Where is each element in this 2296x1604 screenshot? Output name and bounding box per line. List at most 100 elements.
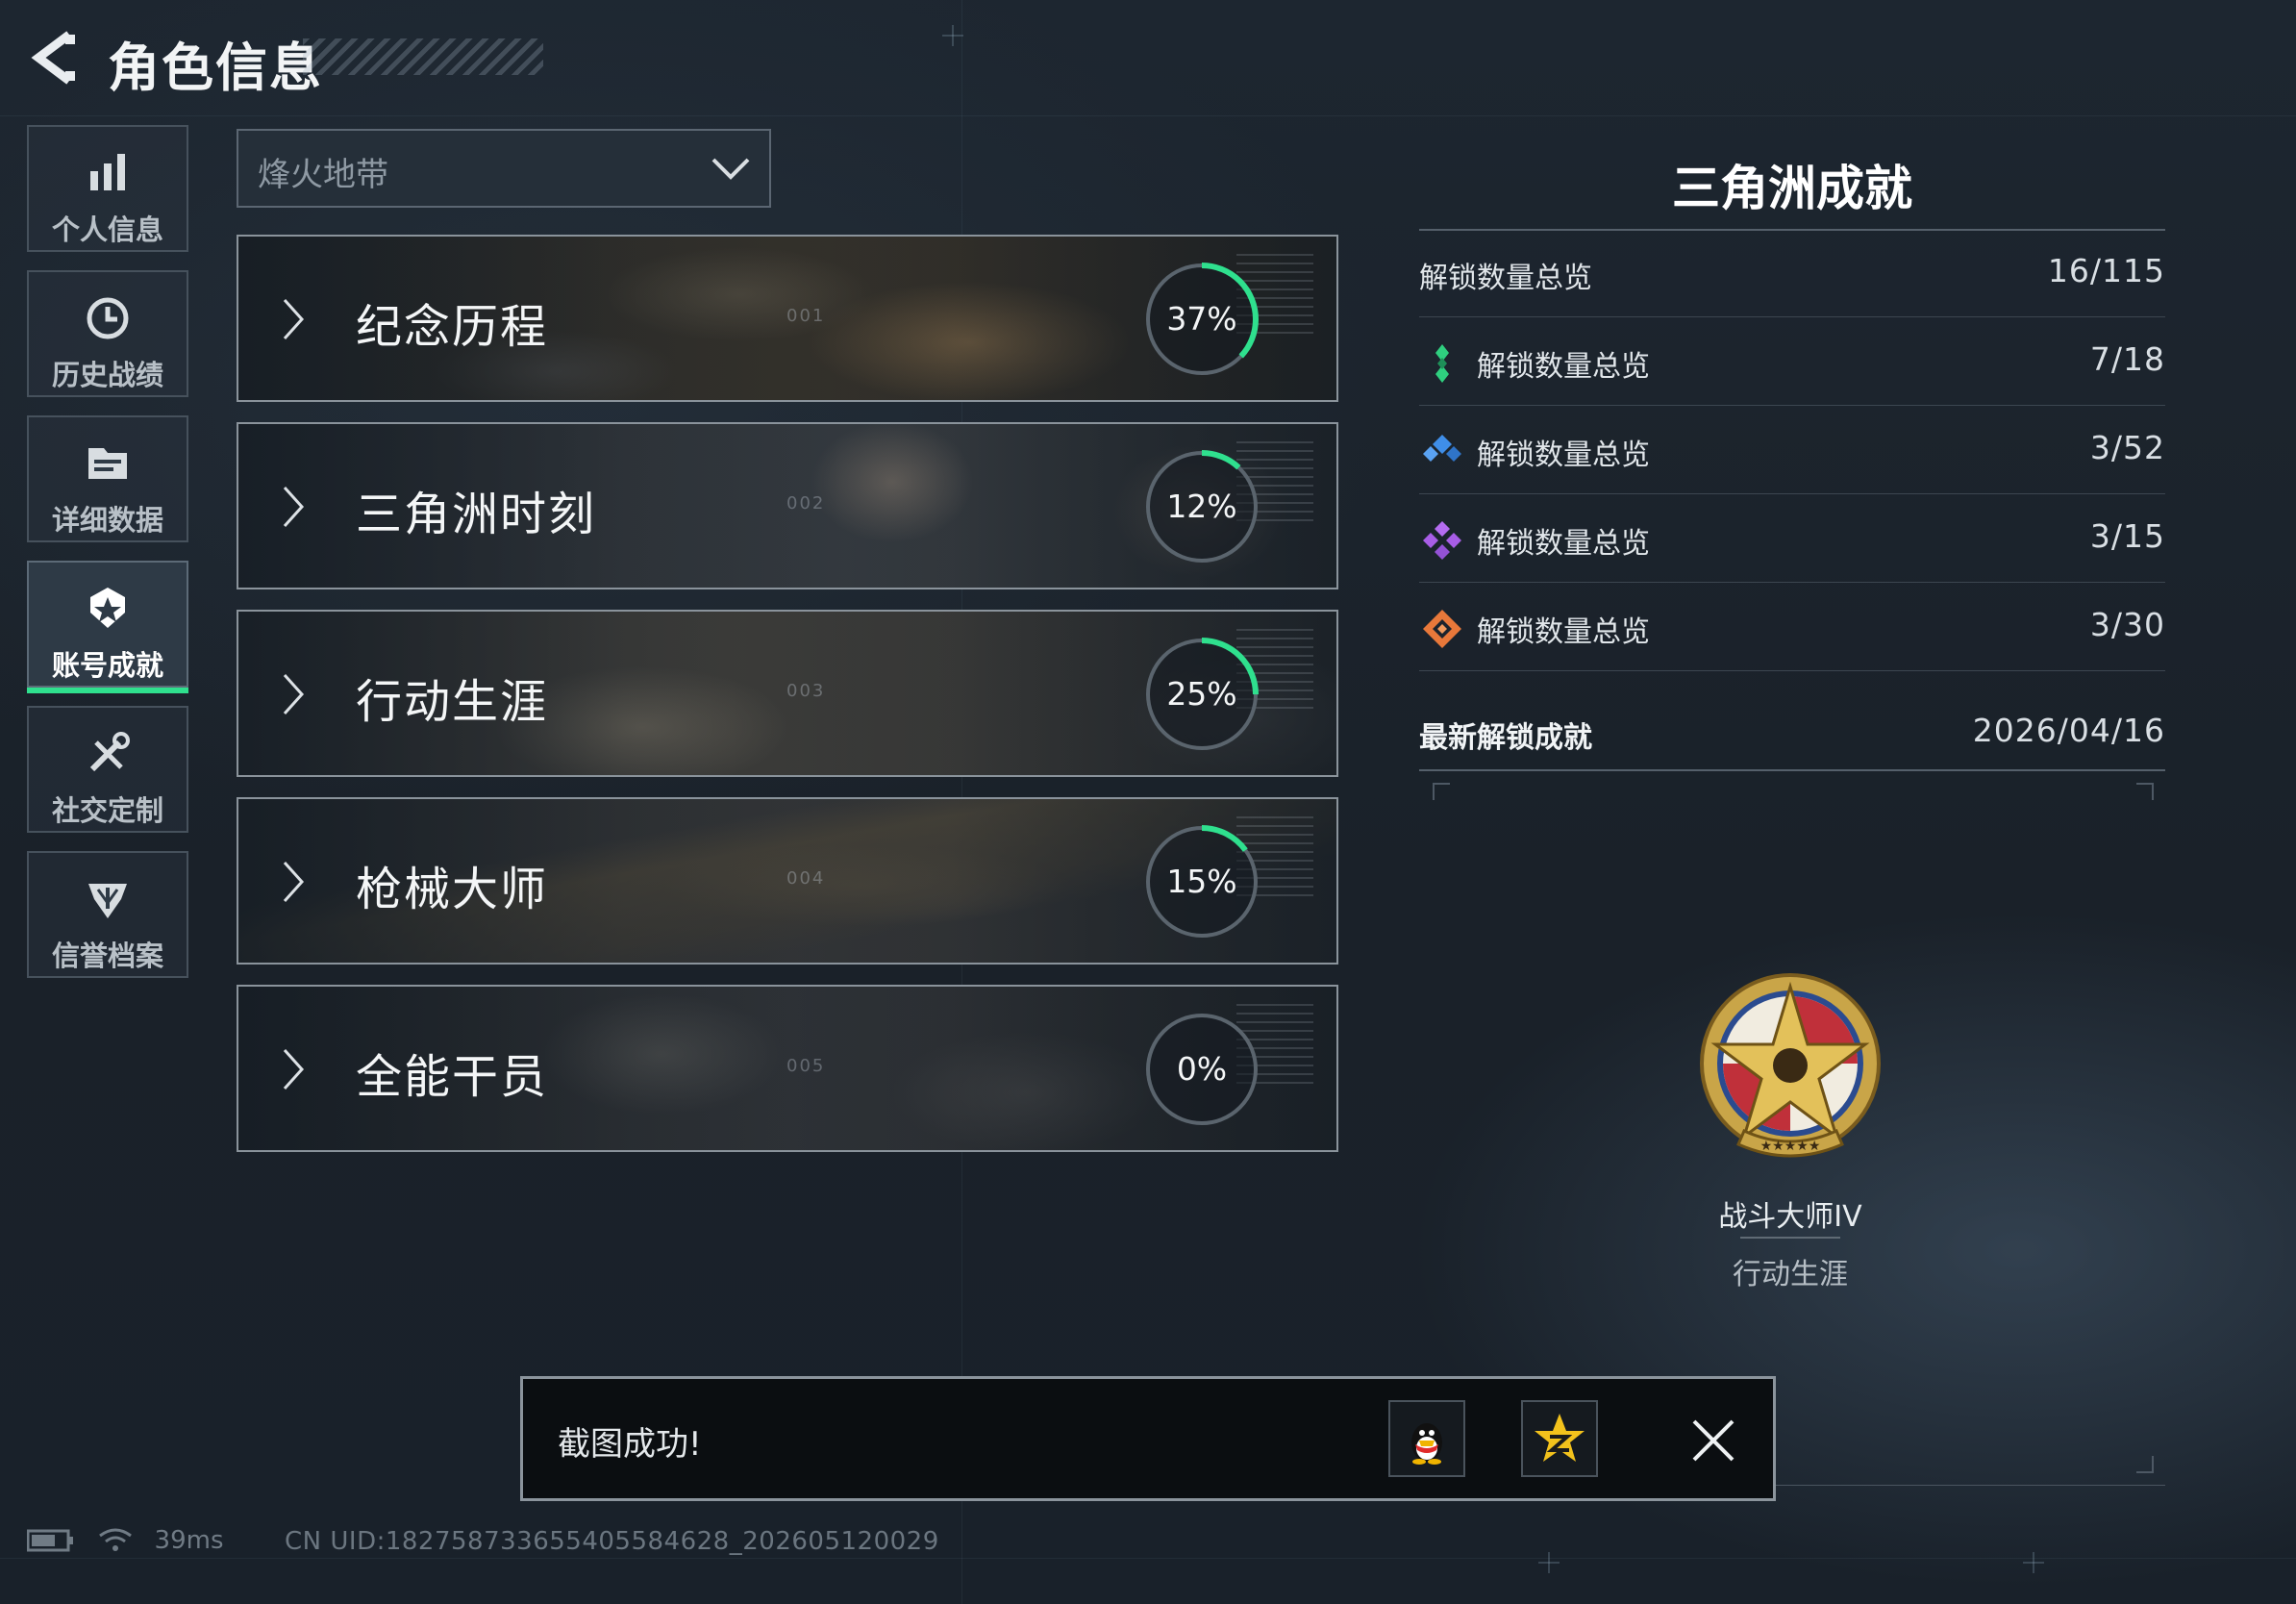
sidebar-item-credit[interactable]: 信誉档案 (27, 851, 188, 978)
category-card-operation-career[interactable]: 行动生涯 003 25% (237, 610, 1338, 777)
crosshair-decoration (2023, 1552, 2044, 1573)
blue-diamond-icon (1423, 435, 1461, 462)
sidebar-item-label: 信誉档案 (51, 940, 163, 972)
sidebar-item-label: 历史战绩 (51, 359, 163, 391)
sidebar-item-history[interactable]: 历史战绩 (27, 270, 188, 397)
row-separator (1419, 582, 2165, 583)
page-title: 角色信息 (108, 38, 323, 98)
sidebar-item-social[interactable]: 社交定制 (27, 706, 188, 833)
chevron-right-icon (283, 298, 305, 340)
tier-row-purple: 解锁数量总览 3/15 (1419, 496, 2165, 583)
category-card-all-round-operator[interactable]: 全能干员 005 0% (237, 985, 1338, 1152)
row-separator (1419, 670, 2165, 671)
tier-row-blue: 解锁数量总览 3/52 (1419, 408, 2165, 494)
tier-value: 3/15 (2089, 517, 2165, 555)
latest-unlock-date: 2026/04/16 (1972, 712, 2165, 749)
sidebar-item-label: 详细数据 (51, 504, 163, 537)
uid-text: CN UID:18275873365540558462​8_2026051200… (285, 1527, 939, 1556)
sidebar-item-personal-info[interactable]: 个人信息 (27, 125, 188, 252)
summary-row: 解锁数量总览 16/115 (1419, 231, 2165, 317)
category-code: 002 (786, 493, 826, 514)
qzone-star-icon (1535, 1414, 1585, 1462)
progress-percent: 25% (1166, 675, 1237, 713)
share-qzone-button[interactable] (1521, 1400, 1598, 1477)
chevron-down-icon (711, 158, 750, 180)
purple-diamond-icon (1423, 521, 1461, 560)
folder-data-icon (88, 448, 127, 479)
sidebar-item-label: 个人信息 (51, 213, 163, 246)
frame-corner (1433, 783, 1450, 800)
frame-corner (2136, 783, 2154, 800)
medal-divider (1740, 1237, 1840, 1239)
toast-message: 截图成功! (558, 1425, 702, 1464)
category-code: 001 (786, 306, 826, 326)
panel-title: 三角洲成就 (1672, 161, 1912, 216)
progress-percent: 0% (1176, 1050, 1228, 1088)
back-button[interactable] (27, 29, 81, 87)
tier-label: 解锁数量总览 (1477, 527, 1650, 561)
svg-text:★★★★★: ★★★★★ (1760, 1139, 1821, 1154)
summary-value: 16/115 (2047, 252, 2165, 289)
back-arrow-icon (31, 31, 75, 85)
grid-line (0, 115, 2296, 116)
progress-percent: 37% (1166, 300, 1237, 338)
green-diamond-icon (1435, 344, 1449, 383)
achievement-badge-icon (90, 588, 125, 628)
achievement-medal-icon[interactable]: ★★★★★ (1696, 965, 1884, 1177)
tier-value: 7/18 (2089, 340, 2165, 378)
summary-label: 解锁数量总览 (1419, 262, 1592, 295)
qq-penguin-icon (1411, 1423, 1442, 1465)
chevron-right-icon (283, 486, 305, 528)
sidebar-item-achievements[interactable]: 账号成就 (27, 561, 188, 693)
crosshair-decoration (942, 25, 963, 46)
category-name: 纪念历程 (356, 300, 549, 354)
progress-percent: 15% (1166, 863, 1237, 900)
category-name: 行动生涯 (356, 675, 549, 729)
mode-dropdown[interactable]: 烽火地带 (237, 129, 771, 208)
crosshair-decoration (1538, 1552, 1560, 1573)
ping-value: 39ms (154, 1525, 224, 1555)
category-name: 三角洲时刻 (356, 488, 597, 541)
category-code: 003 (786, 681, 826, 701)
shield-wings-icon (88, 884, 127, 918)
tier-value: 3/30 (2089, 606, 2165, 643)
chevron-right-icon (283, 861, 305, 903)
sidebar-item-label: 社交定制 (51, 794, 163, 827)
medal-category: 行动生涯 (1733, 1258, 1848, 1291)
tier-label: 解锁数量总览 (1477, 615, 1650, 649)
tier-value: 3/52 (2089, 429, 2165, 466)
sidebar-item-label: 账号成就 (51, 649, 163, 682)
dropdown-selected-value: 烽火地带 (258, 156, 388, 194)
screenshot-toast: 截图成功! (520, 1376, 1776, 1501)
title-decoration (303, 38, 543, 75)
status-bar: 39ms (26, 1525, 224, 1555)
category-name: 全能干员 (356, 1050, 549, 1104)
orange-diamond-icon (1423, 610, 1461, 648)
history-clock-icon (87, 297, 129, 339)
category-card-weapon-master[interactable]: 枪械大师 004 15% (237, 797, 1338, 965)
tier-label: 解锁数量总览 (1477, 439, 1650, 472)
close-icon[interactable] (1688, 1416, 1738, 1466)
category-code: 005 (786, 1056, 826, 1076)
category-card-delta-moments[interactable]: 三角洲时刻 002 12% (237, 422, 1338, 589)
chevron-right-icon (283, 1048, 305, 1090)
share-qq-button[interactable] (1388, 1400, 1465, 1477)
wifi-icon (99, 1528, 133, 1551)
tools-icon (89, 732, 130, 772)
divider (1419, 769, 2165, 771)
category-name: 枪械大师 (356, 863, 549, 916)
grid-line (0, 1558, 2296, 1559)
tier-row-green: 解锁数量总览 7/18 (1419, 319, 2165, 406)
row-separator (1419, 493, 2165, 494)
category-card-memorial[interactable]: 纪念历程 001 37% (237, 235, 1338, 402)
chevron-right-icon (283, 673, 305, 715)
tier-label: 解锁数量总览 (1477, 350, 1650, 384)
category-code: 004 (786, 868, 826, 889)
battery-icon (26, 1529, 73, 1551)
latest-unlock-label: 最新解锁成就 (1419, 721, 1592, 755)
progress-percent: 12% (1166, 488, 1237, 525)
medal-name: 战斗大师IV (1718, 1200, 1862, 1234)
sidebar-item-detailed-data[interactable]: 详细数据 (27, 415, 188, 542)
tier-row-orange: 解锁数量总览 3/30 (1419, 585, 2165, 671)
row-separator (1419, 405, 2165, 406)
